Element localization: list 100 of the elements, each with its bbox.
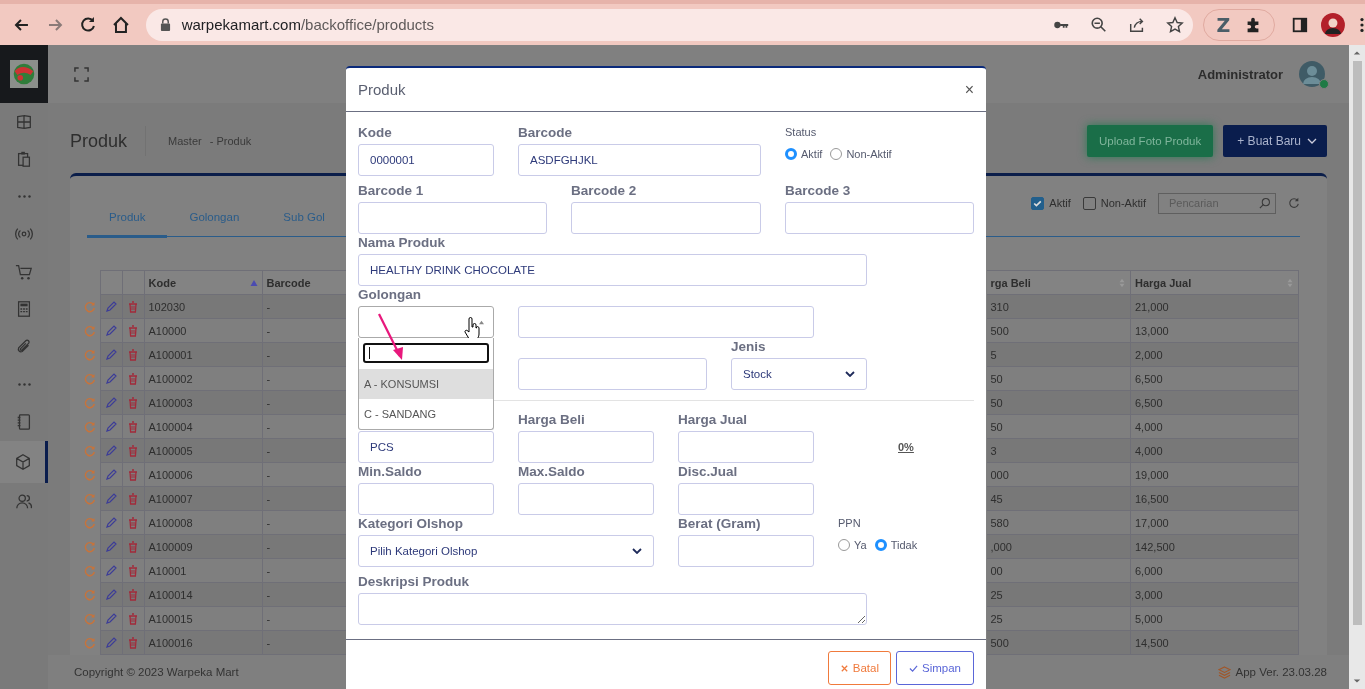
address-bar[interactable]: warpekamart.com/backoffice/products bbox=[145, 8, 1194, 41]
delete-icon[interactable] bbox=[127, 372, 139, 385]
restore-icon[interactable] bbox=[83, 516, 96, 529]
star-icon[interactable] bbox=[1166, 15, 1185, 34]
sidebar-item[interactable] bbox=[0, 440, 48, 483]
delete-icon[interactable] bbox=[127, 492, 139, 505]
chevron-down-icon[interactable] bbox=[632, 548, 642, 554]
select-field[interactable]: Pilih Kategori Olshop bbox=[358, 535, 654, 567]
column-header[interactable]: Harga Jual bbox=[1135, 276, 1192, 289]
edit-icon[interactable] bbox=[105, 468, 117, 481]
edit-icon[interactable] bbox=[105, 324, 117, 337]
profile-avatar[interactable] bbox=[1321, 12, 1346, 37]
restore-icon[interactable] bbox=[83, 636, 96, 649]
delete-icon[interactable] bbox=[127, 636, 139, 649]
delete-icon[interactable] bbox=[127, 444, 139, 457]
user-avatar[interactable] bbox=[1299, 61, 1325, 87]
close-icon[interactable] bbox=[839, 663, 849, 673]
input-field[interactable] bbox=[518, 483, 654, 515]
menu-icon[interactable] bbox=[1359, 15, 1365, 34]
edit-icon[interactable] bbox=[105, 564, 117, 577]
input-field[interactable]: PCS bbox=[358, 431, 494, 463]
delete-icon[interactable] bbox=[127, 300, 139, 313]
search-icon[interactable] bbox=[1259, 196, 1271, 209]
save-button[interactable]: Simpan bbox=[896, 651, 974, 685]
percent-link[interactable]: 0% bbox=[898, 431, 914, 463]
restore-icon[interactable] bbox=[83, 564, 96, 577]
search-field[interactable] bbox=[363, 343, 489, 363]
checkbox[interactable] bbox=[1082, 196, 1096, 210]
close-button[interactable]: × bbox=[962, 80, 976, 99]
input-field[interactable] bbox=[518, 358, 707, 390]
select-field[interactable] bbox=[358, 306, 494, 338]
restore-icon[interactable] bbox=[83, 372, 96, 385]
scroll-down-icon[interactable] bbox=[1353, 678, 1361, 684]
zoom-out-icon[interactable] bbox=[1090, 15, 1109, 34]
input-field[interactable] bbox=[518, 306, 814, 338]
checkbox-label[interactable]: Non-Aktif bbox=[1100, 197, 1146, 209]
restore-icon[interactable] bbox=[83, 492, 96, 505]
restore-icon[interactable] bbox=[83, 396, 96, 409]
edit-icon[interactable] bbox=[105, 588, 117, 601]
restore-icon[interactable] bbox=[83, 420, 96, 433]
edit-icon[interactable] bbox=[105, 516, 117, 529]
input-field[interactable] bbox=[678, 483, 814, 515]
radio-label[interactable]: Tidak bbox=[890, 539, 918, 551]
radio-button[interactable] bbox=[874, 539, 887, 551]
fullscreen-icon[interactable] bbox=[74, 66, 89, 82]
delete-icon[interactable] bbox=[127, 540, 139, 553]
edit-icon[interactable] bbox=[105, 444, 117, 457]
edit-icon[interactable] bbox=[105, 540, 117, 553]
select-field[interactable]: Stock bbox=[731, 358, 867, 390]
input-field[interactable] bbox=[678, 535, 814, 567]
edit-icon[interactable] bbox=[105, 492, 117, 505]
delete-icon[interactable] bbox=[127, 420, 139, 433]
input-field[interactable] bbox=[518, 431, 654, 463]
scroll-up-icon[interactable] bbox=[1353, 50, 1361, 56]
sidebar-icon[interactable] bbox=[1291, 15, 1310, 34]
create-button[interactable]: + Buat Baru bbox=[1223, 125, 1327, 157]
delete-icon[interactable] bbox=[127, 396, 139, 409]
radio-button[interactable] bbox=[785, 148, 797, 160]
delete-icon[interactable] bbox=[127, 564, 139, 577]
chevron-down-icon[interactable] bbox=[845, 371, 855, 377]
edit-icon[interactable] bbox=[105, 300, 117, 313]
delete-icon[interactable] bbox=[127, 468, 139, 481]
edit-icon[interactable] bbox=[105, 348, 117, 361]
scrollbar[interactable] bbox=[1349, 45, 1365, 689]
edit-icon[interactable] bbox=[105, 420, 117, 433]
column-header[interactable]: rga Beli bbox=[990, 276, 1031, 289]
radio-label[interactable]: Non-Aktif bbox=[846, 148, 892, 160]
delete-icon[interactable] bbox=[127, 324, 139, 337]
column-header[interactable]: Kode bbox=[148, 276, 176, 289]
check-icon[interactable] bbox=[909, 663, 918, 673]
input-field[interactable]: 0000001 bbox=[358, 144, 494, 176]
refresh-icon[interactable] bbox=[1288, 197, 1300, 209]
text-area[interactable] bbox=[358, 593, 867, 625]
restore-icon[interactable] bbox=[83, 444, 96, 457]
user-name[interactable]: Administrator bbox=[1197, 66, 1283, 82]
input-field[interactable] bbox=[358, 202, 547, 234]
radio-label[interactable]: Aktif bbox=[801, 148, 823, 160]
delete-icon[interactable] bbox=[127, 348, 139, 361]
input-field[interactable]: ASDFGHJKL bbox=[518, 144, 761, 176]
restore-icon[interactable] bbox=[83, 540, 96, 553]
restore-icon[interactable] bbox=[83, 348, 96, 361]
restore-icon[interactable] bbox=[83, 588, 96, 601]
home-icon[interactable] bbox=[110, 14, 131, 35]
input-field[interactable] bbox=[678, 431, 814, 463]
restore-icon[interactable] bbox=[83, 300, 96, 313]
input-field[interactable] bbox=[571, 202, 761, 234]
edit-icon[interactable] bbox=[105, 636, 117, 649]
extension-button[interactable]: Z bbox=[1216, 13, 1231, 36]
input-field[interactable]: HEALTHY DRINK CHOCOLATE bbox=[358, 254, 867, 286]
restore-icon[interactable] bbox=[83, 612, 96, 625]
radio-label[interactable]: Ya bbox=[854, 539, 867, 551]
restore-icon[interactable] bbox=[83, 324, 96, 337]
input-field[interactable] bbox=[358, 483, 494, 515]
dropdown-option[interactable]: C - SANDANG bbox=[359, 399, 493, 429]
delete-icon[interactable] bbox=[127, 612, 139, 625]
delete-icon[interactable] bbox=[127, 588, 139, 601]
caret-icon[interactable] bbox=[1307, 138, 1317, 144]
delete-icon[interactable] bbox=[127, 516, 139, 529]
checkbox-label[interactable]: Aktif bbox=[1049, 197, 1071, 209]
edit-icon[interactable] bbox=[105, 372, 117, 385]
